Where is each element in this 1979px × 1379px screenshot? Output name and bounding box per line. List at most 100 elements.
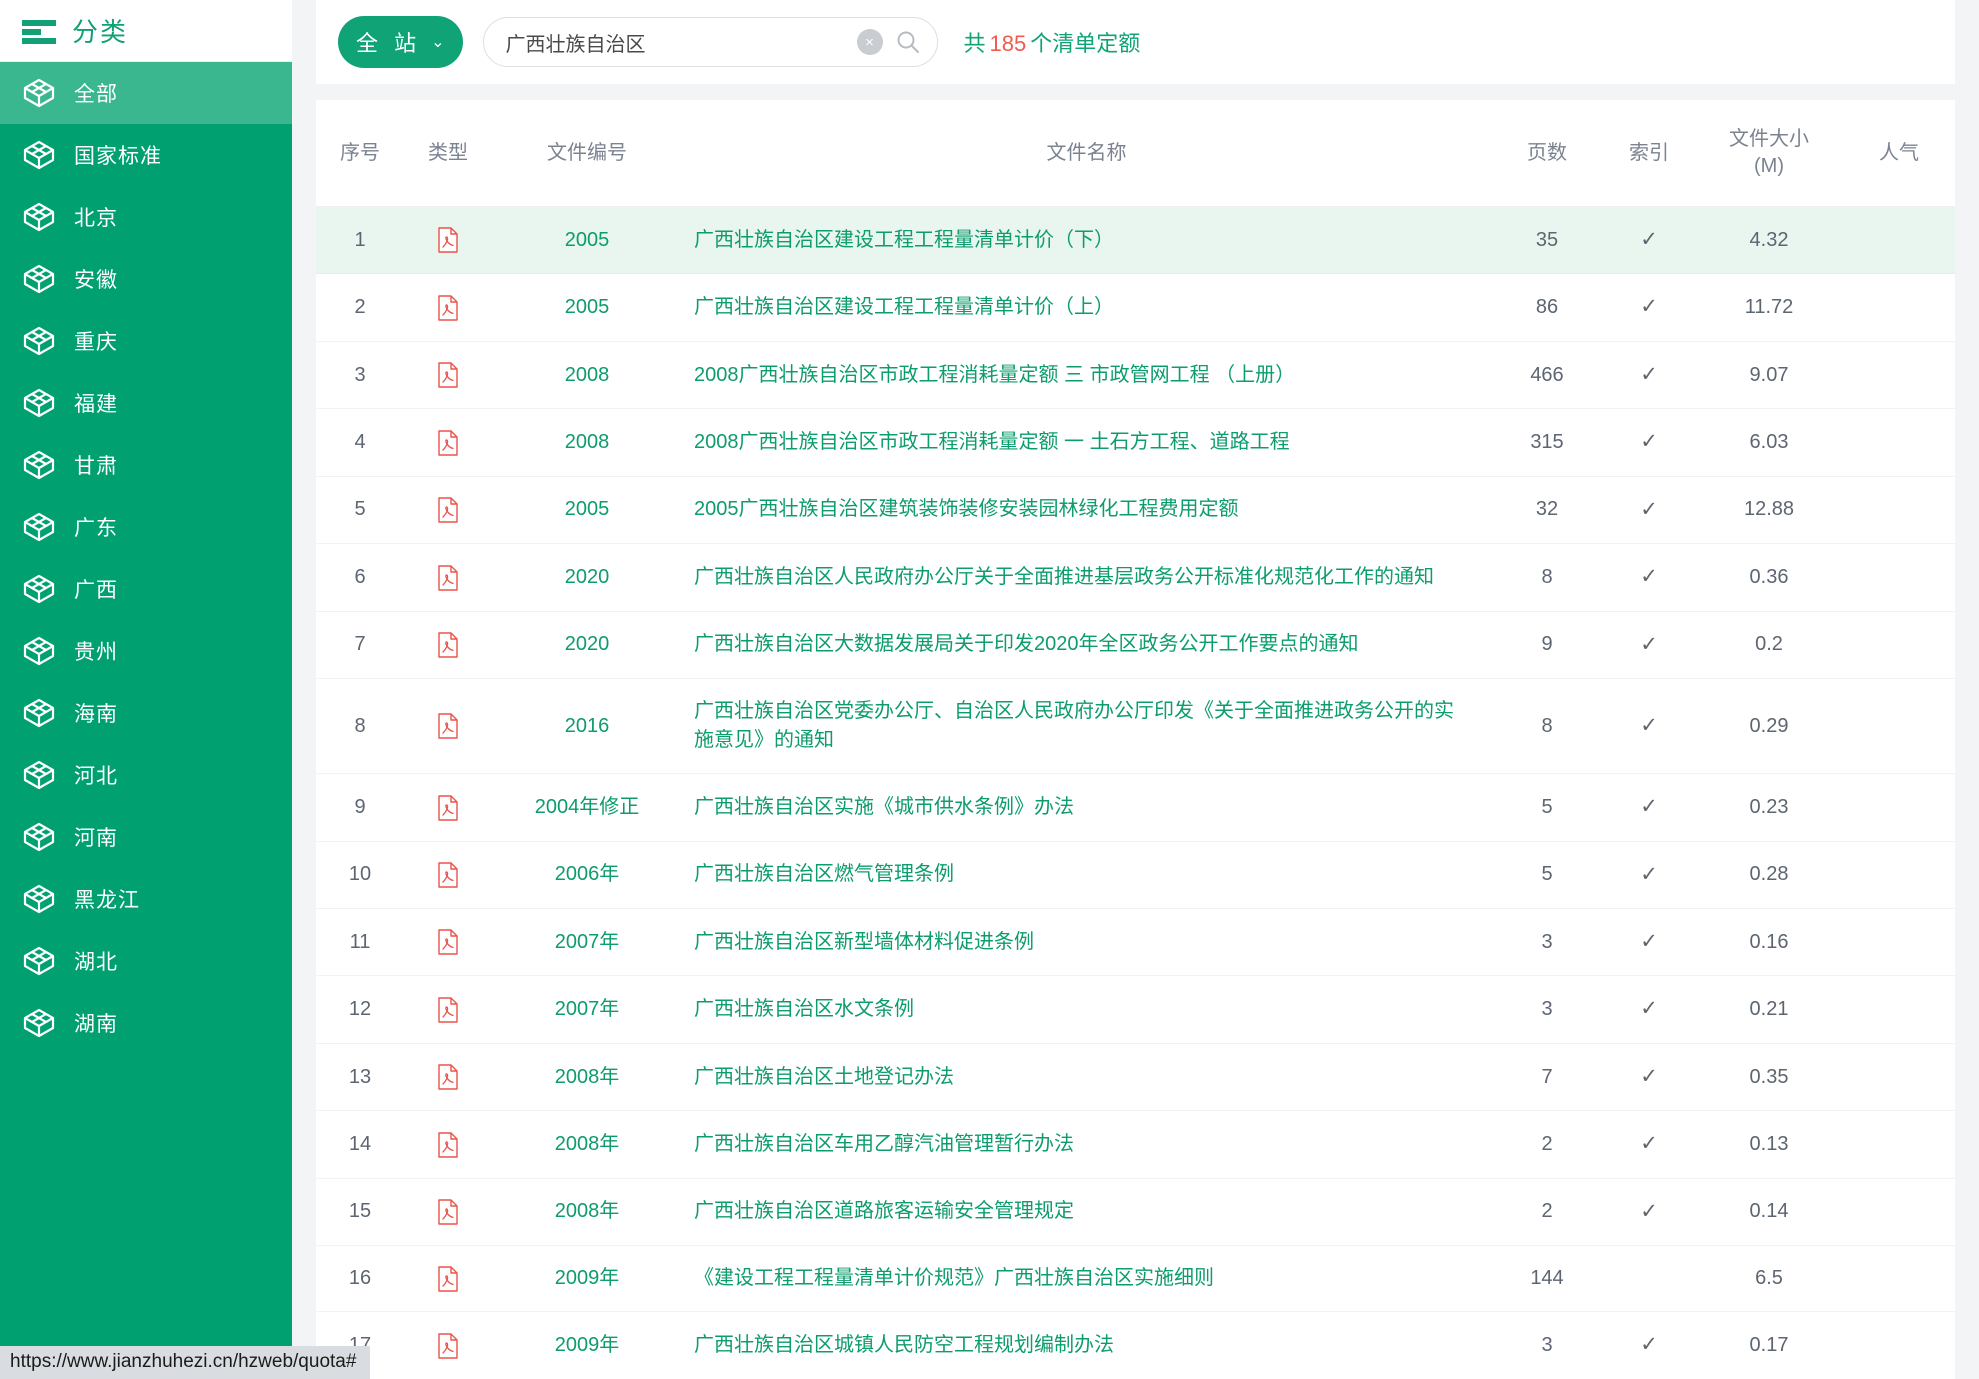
cell-name[interactable]: 广西壮族自治区水文条例: [682, 975, 1491, 1044]
pdf-icon[interactable]: [437, 1199, 459, 1225]
search-icon[interactable]: [895, 29, 921, 55]
pdf-icon[interactable]: [437, 862, 459, 888]
cell-name[interactable]: 广西壮族自治区城镇人民防空工程规划编制办法: [682, 1311, 1491, 1379]
pdf-icon[interactable]: [437, 1332, 459, 1359]
pdf-icon[interactable]: [437, 713, 459, 739]
file-name-link[interactable]: 广西壮族自治区土地登记办法: [694, 1066, 954, 1088]
sidebar-item-3[interactable]: 安徽: [0, 248, 292, 310]
cell-type[interactable]: [404, 975, 492, 1044]
column-header-num[interactable]: 序号: [316, 100, 404, 207]
file-name-link[interactable]: 广西壮族自治区水文条例: [694, 998, 914, 1020]
table-row[interactable]: 15 2008年 广西壮族自治区道路旅客运输安全管理规定 2 ✓ 0.14: [316, 1178, 1955, 1247]
column-header-code[interactable]: 文件编号: [492, 100, 682, 207]
search-box[interactable]: ×: [482, 17, 938, 67]
table-row[interactable]: 14 2008年 广西壮族自治区车用乙醇汽油管理暂行办法 2 ✓ 0.13: [316, 1110, 1955, 1179]
search-input[interactable]: [505, 30, 857, 54]
pdf-icon[interactable]: [437, 1064, 459, 1090]
column-header-type[interactable]: 类型: [404, 100, 492, 207]
file-name-link[interactable]: 广西壮族自治区党委办公厅、自治区人民政府办公厅印发《关于全面推进政务公开的实施意…: [694, 700, 1454, 751]
sidebar-item-10[interactable]: 海南: [0, 682, 292, 744]
cell-code[interactable]: 2006年: [492, 841, 682, 909]
sidebar-item-6[interactable]: 甘肃: [0, 434, 292, 496]
sidebar-item-13[interactable]: 黑龙江: [0, 868, 292, 930]
table-row[interactable]: 13 2008年 广西壮族自治区土地登记办法 7 ✓ 0.35: [316, 1043, 1955, 1112]
cell-name[interactable]: 2008广西壮族自治区市政工程消耗量定额 三 市政管网工程 （上册）: [682, 341, 1491, 410]
cell-code[interactable]: 2007年: [492, 975, 682, 1044]
column-header-size[interactable]: 文件大小 (M): [1695, 100, 1843, 207]
file-name-link[interactable]: 2005广西壮族自治区建筑装饰装修安装园林绿化工程费用定额: [694, 498, 1239, 520]
table-row[interactable]: 16 2009年 《建设工程工程量清单计价规范》广西壮族自治区实施细则 144 6.5: [316, 1245, 1955, 1313]
file-name-link[interactable]: 广西壮族自治区实施《城市供水条例》办法: [694, 796, 1074, 818]
sidebar-item-4[interactable]: 重庆: [0, 310, 292, 372]
cell-type[interactable]: [404, 1245, 492, 1313]
sidebar-item-12[interactable]: 河南: [0, 806, 292, 868]
file-name-link[interactable]: 《建设工程工程量清单计价规范》广西壮族自治区实施细则: [694, 1267, 1214, 1289]
file-name-link[interactable]: 广西壮族自治区道路旅客运输安全管理规定: [694, 1200, 1074, 1222]
cell-type[interactable]: [404, 1178, 492, 1247]
table-row[interactable]: 3 2008 2008广西壮族自治区市政工程消耗量定额 三 市政管网工程 （上册） 4…: [316, 341, 1955, 410]
pdf-icon[interactable]: [437, 295, 459, 321]
pdf-icon[interactable]: [437, 997, 459, 1023]
pdf-icon[interactable]: [437, 497, 459, 523]
cell-name[interactable]: 2008广西壮族自治区市政工程消耗量定额 一 土石方工程、道路工程: [682, 408, 1491, 477]
cell-type[interactable]: [404, 408, 492, 477]
pdf-icon[interactable]: [437, 564, 459, 591]
cell-code[interactable]: 2008年: [492, 1178, 682, 1247]
cell-code[interactable]: 2020: [492, 611, 682, 680]
cell-type[interactable]: [404, 678, 492, 775]
cell-code[interactable]: 2004年修正: [492, 773, 682, 842]
cell-type[interactable]: [404, 476, 492, 545]
cell-type[interactable]: [404, 341, 492, 410]
sidebar-item-11[interactable]: 河北: [0, 744, 292, 806]
sidebar-item-0[interactable]: 全部: [0, 62, 292, 124]
cell-code[interactable]: 2005: [492, 206, 682, 275]
cell-type[interactable]: [404, 1311, 492, 1379]
pdf-icon[interactable]: [437, 430, 459, 456]
file-name-link[interactable]: 广西壮族自治区新型墙体材料促进条例: [694, 931, 1034, 953]
sidebar-item-9[interactable]: 贵州: [0, 620, 292, 682]
cell-type[interactable]: [404, 841, 492, 909]
pdf-icon[interactable]: [437, 1131, 459, 1158]
cell-name[interactable]: 广西壮族自治区道路旅客运输安全管理规定: [682, 1178, 1491, 1247]
table-row[interactable]: 7 2020 广西壮族自治区大数据发展局关于印发2020年全区政务公开工作要点的通知…: [316, 611, 1955, 680]
cell-name[interactable]: 广西壮族自治区建设工程工程量清单计价（下）: [682, 206, 1491, 275]
table-row[interactable]: 12 2007年 广西壮族自治区水文条例 3 ✓ 0.21: [316, 975, 1955, 1044]
cell-type[interactable]: [404, 611, 492, 680]
file-name-link[interactable]: 广西壮族自治区燃气管理条例: [694, 863, 954, 885]
table-row[interactable]: 10 2006年 广西壮族自治区燃气管理条例 5 ✓ 0.28: [316, 841, 1955, 909]
sidebar-item-2[interactable]: 北京: [0, 186, 292, 248]
cell-type[interactable]: [404, 1110, 492, 1179]
cell-name[interactable]: 广西壮族自治区新型墙体材料促进条例: [682, 908, 1491, 977]
cell-name[interactable]: 《建设工程工程量清单计价规范》广西壮族自治区实施细则: [682, 1245, 1491, 1313]
cell-code[interactable]: 2009年: [492, 1245, 682, 1313]
cell-code[interactable]: 2008年: [492, 1110, 682, 1179]
cell-name[interactable]: 广西壮族自治区车用乙醇汽油管理暂行办法: [682, 1110, 1491, 1179]
sidebar-item-15[interactable]: 湖南: [0, 992, 292, 1054]
cell-name[interactable]: 广西壮族自治区实施《城市供水条例》办法: [682, 773, 1491, 842]
cell-type[interactable]: [404, 206, 492, 275]
file-name-link[interactable]: 广西壮族自治区人民政府办公厅关于全面推进基层政务公开标准化规范化工作的通知: [694, 566, 1434, 588]
table-row[interactable]: 8 2016 广西壮族自治区党委办公厅、自治区人民政府办公厅印发《关于全面推进政务公…: [316, 678, 1955, 775]
clear-icon[interactable]: ×: [856, 29, 883, 55]
file-name-link[interactable]: 广西壮族自治区大数据发展局关于印发2020年全区政务公开工作要点的通知: [694, 633, 1359, 655]
cell-code[interactable]: 2020: [492, 543, 682, 612]
column-header-name[interactable]: 文件名称: [682, 100, 1491, 207]
cell-type[interactable]: [404, 543, 492, 612]
cell-name[interactable]: 广西壮族自治区党委办公厅、自治区人民政府办公厅印发《关于全面推进政务公开的实施意…: [682, 678, 1491, 775]
pdf-icon[interactable]: [437, 929, 459, 956]
file-name-link[interactable]: 2008广西壮族自治区市政工程消耗量定额 三 市政管网工程 （上册）: [694, 364, 1295, 386]
scope-dropdown-button[interactable]: 全 站 ⌄: [338, 16, 463, 68]
table-row[interactable]: 1 2005 广西壮族自治区建设工程工程量清单计价（下） 35 ✓ 4.32: [316, 206, 1955, 275]
cell-name[interactable]: 广西壮族自治区土地登记办法: [682, 1043, 1491, 1112]
cell-name[interactable]: 广西壮族自治区大数据发展局关于印发2020年全区政务公开工作要点的通知: [682, 611, 1491, 680]
pdf-icon[interactable]: [437, 794, 459, 821]
hamburger-icon[interactable]: [22, 18, 56, 44]
file-name-link[interactable]: 广西壮族自治区建设工程工程量清单计价（下）: [694, 229, 1114, 251]
file-name-link[interactable]: 2008广西壮族自治区市政工程消耗量定额 一 土石方工程、道路工程: [694, 431, 1290, 453]
cell-type[interactable]: [404, 1043, 492, 1112]
cell-name[interactable]: 广西壮族自治区燃气管理条例: [682, 841, 1491, 909]
sidebar-item-1[interactable]: 国家标准: [0, 124, 292, 186]
cell-code[interactable]: 2007年: [492, 908, 682, 977]
cell-type[interactable]: [404, 773, 492, 842]
cell-code[interactable]: 2008: [492, 341, 682, 410]
